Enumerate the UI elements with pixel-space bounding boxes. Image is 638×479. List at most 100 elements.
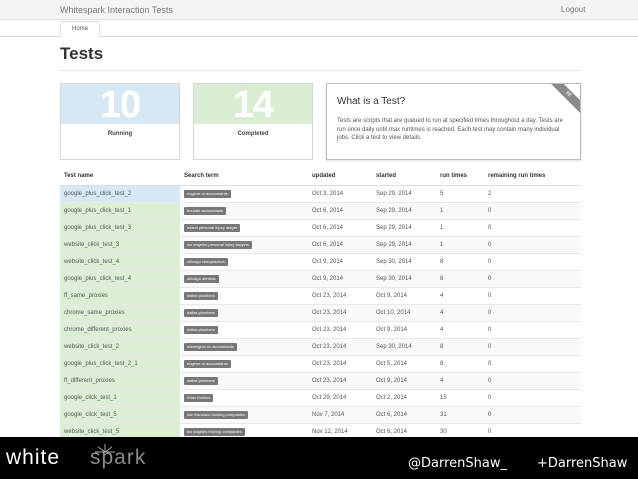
- table-row[interactable]: chrome_same_proxies dallas plumbers Oct 23…: [60, 304, 581, 322]
- cell-updated: Oct 6, 2014: [308, 202, 372, 220]
- cell-run-times: 4: [436, 287, 484, 305]
- cell-search-term: eugene or accountants: [180, 355, 308, 373]
- cell-test-name[interactable]: google_plus_click_test_2: [60, 185, 180, 203]
- table-row[interactable]: website_click_test_4 chicago chiropractor…: [60, 253, 581, 271]
- search-term-badge: miami personal injury lawyer: [184, 223, 241, 232]
- search-term-badge: dallas plumbers: [184, 325, 219, 334]
- cell-remaining: 0: [484, 389, 581, 407]
- search-term-badge: chicago chiropractors: [184, 257, 229, 266]
- cell-remaining: 0: [484, 287, 581, 305]
- cell-remaining: 0: [484, 321, 581, 339]
- cell-started: Oct 2, 2014: [372, 389, 436, 407]
- search-term-badge: dallas plumbers: [184, 376, 219, 385]
- cell-updated: Oct 9, 2014: [308, 253, 372, 271]
- info-title: What is a Test?: [337, 96, 406, 107]
- cell-started: Sep 29, 2014: [372, 236, 436, 254]
- cell-test-name[interactable]: website_click_test_2: [60, 338, 180, 356]
- cell-remaining: 0: [484, 406, 581, 424]
- table-row[interactable]: ff_different_proxies dallas plumbers Oct 2…: [60, 372, 581, 390]
- cell-run-times: 5: [436, 185, 484, 203]
- tab-home[interactable]: Home: [60, 21, 100, 37]
- cell-test-name[interactable]: chrome_different_proxies: [60, 321, 180, 339]
- cell-started: Sep 30, 2014: [372, 338, 436, 356]
- cell-test-name[interactable]: google_plus_click_test_1: [60, 202, 180, 220]
- col-started[interactable]: started: [372, 167, 436, 186]
- cell-test-name[interactable]: chrome_same_proxies: [60, 304, 180, 322]
- col-test-name[interactable]: Test name: [60, 167, 180, 186]
- table-row[interactable]: website_click_test_2 wilmington nc accoun…: [60, 338, 581, 356]
- cell-updated: Nov 7, 2014: [308, 406, 372, 424]
- table-row[interactable]: google_plus_click_test_3 miami personal i…: [60, 219, 581, 237]
- col-updated[interactable]: updated: [308, 167, 372, 186]
- table-row[interactable]: google_click_test_1 Wow Dublins Oct 29, 20…: [60, 389, 581, 407]
- info-ribbon: 88: [543, 84, 580, 119]
- running-stat-card[interactable]: 10 Running: [60, 83, 180, 160]
- whitespark-logo: white: [6, 446, 61, 469]
- cell-test-name[interactable]: ff_same_proxies: [60, 287, 180, 305]
- cell-search-term: dallas plumbers: [180, 372, 308, 390]
- cell-test-name[interactable]: google_click_test_5: [60, 406, 180, 424]
- search-term-badge: eugene or accountants: [184, 189, 231, 198]
- running-count: 10: [61, 84, 179, 126]
- cell-started: Sep 29, 2014: [372, 219, 436, 237]
- cell-test-name[interactable]: website_click_test_3: [60, 236, 180, 254]
- cell-search-term: chicago chiropractors: [180, 253, 308, 271]
- cell-updated: Oct 29, 2014: [308, 389, 372, 407]
- app-title[interactable]: Whitespark Interaction Tests: [60, 5, 173, 15]
- table-row[interactable]: website_click_test_3 los angeles personal…: [60, 236, 581, 254]
- cell-remaining: 0: [484, 270, 581, 288]
- top-navbar: Whitespark Interaction Tests Logout: [0, 0, 638, 20]
- search-term-badge: boulder accountants: [184, 206, 227, 215]
- cell-updated: Oct 23, 2014: [308, 321, 372, 339]
- search-term-badge: eugene or accountants: [184, 359, 231, 368]
- cell-started: Sep 30, 2014: [372, 253, 436, 271]
- col-run-times[interactable]: run times: [436, 167, 484, 186]
- search-term-badge: los angeles personal injury lawyers: [184, 240, 253, 249]
- cell-updated: Oct 23, 2014: [308, 355, 372, 373]
- cell-run-times: 4: [436, 304, 484, 322]
- cell-started: Oct 10, 2014: [372, 304, 436, 322]
- search-term-badge: san francisco moving companies: [184, 410, 249, 419]
- cell-remaining: 0: [484, 355, 581, 373]
- cell-updated: Oct 23, 2014: [308, 287, 372, 305]
- col-search-term[interactable]: Search term: [180, 167, 308, 186]
- cell-test-name[interactable]: ff_different_proxies: [60, 372, 180, 390]
- cell-test-name[interactable]: google_plus_click_test_3: [60, 219, 180, 237]
- info-panel: What is a Test? Tests are scripts that a…: [326, 83, 581, 160]
- cell-run-times: 4: [436, 372, 484, 390]
- cell-remaining: 0: [484, 202, 581, 220]
- cell-test-name[interactable]: google_plus_click_test_4: [60, 270, 180, 288]
- cell-run-times: 1: [436, 202, 484, 220]
- tests-table: Test name Search term updated started ru…: [60, 167, 581, 441]
- cell-search-term: eugene or accountants: [180, 185, 308, 203]
- logout-link[interactable]: Logout: [561, 5, 585, 14]
- table-row[interactable]: google_click_test_5 san francisco moving …: [60, 406, 581, 424]
- title-divider: [60, 70, 580, 71]
- completed-stat-card[interactable]: 14 Completed: [193, 83, 313, 160]
- cell-run-times: 8: [436, 253, 484, 271]
- cell-started: Sep 29, 2014: [372, 185, 436, 203]
- cell-updated: Oct 23, 2014: [308, 338, 372, 356]
- completed-count: 14: [194, 84, 312, 126]
- info-text: Tests are scripts that are queued to run…: [337, 118, 563, 141]
- table-row[interactable]: google_plus_click_test_4 chicago dentists…: [60, 270, 581, 288]
- search-term-badge: dallas plumbers: [184, 291, 219, 300]
- cell-started: Oct 9, 2014: [372, 372, 436, 390]
- table-row[interactable]: google_plus_click_test_2 eugene or accoun…: [60, 185, 581, 203]
- cell-started: Oct 9, 2014: [372, 321, 436, 339]
- table-row[interactable]: google_plus_click_test_2_1 eugene or acco…: [60, 355, 581, 373]
- cell-search-term: dallas plumbers: [180, 321, 308, 339]
- cell-test-name[interactable]: google_click_test_1: [60, 389, 180, 407]
- table-row[interactable]: google_plus_click_test_1 boulder accounta…: [60, 202, 581, 220]
- table-row[interactable]: chrome_different_proxies dallas plumbers O…: [60, 321, 581, 339]
- cell-remaining: 0: [484, 236, 581, 254]
- cell-search-term: miami personal injury lawyer: [180, 219, 308, 237]
- completed-label: Completed: [237, 131, 269, 137]
- cell-test-name[interactable]: google_plus_click_test_2_1: [60, 355, 180, 373]
- cell-test-name[interactable]: website_click_test_4: [60, 253, 180, 271]
- table-row[interactable]: ff_same_proxies dallas plumbers Oct 23, 20…: [60, 287, 581, 305]
- cell-remaining: 0: [484, 253, 581, 271]
- col-remaining-run-times[interactable]: remaining run times: [484, 167, 581, 186]
- twitter-handle: @DarrenShaw_: [408, 456, 507, 471]
- cell-started: Oct 6, 2014: [372, 406, 436, 424]
